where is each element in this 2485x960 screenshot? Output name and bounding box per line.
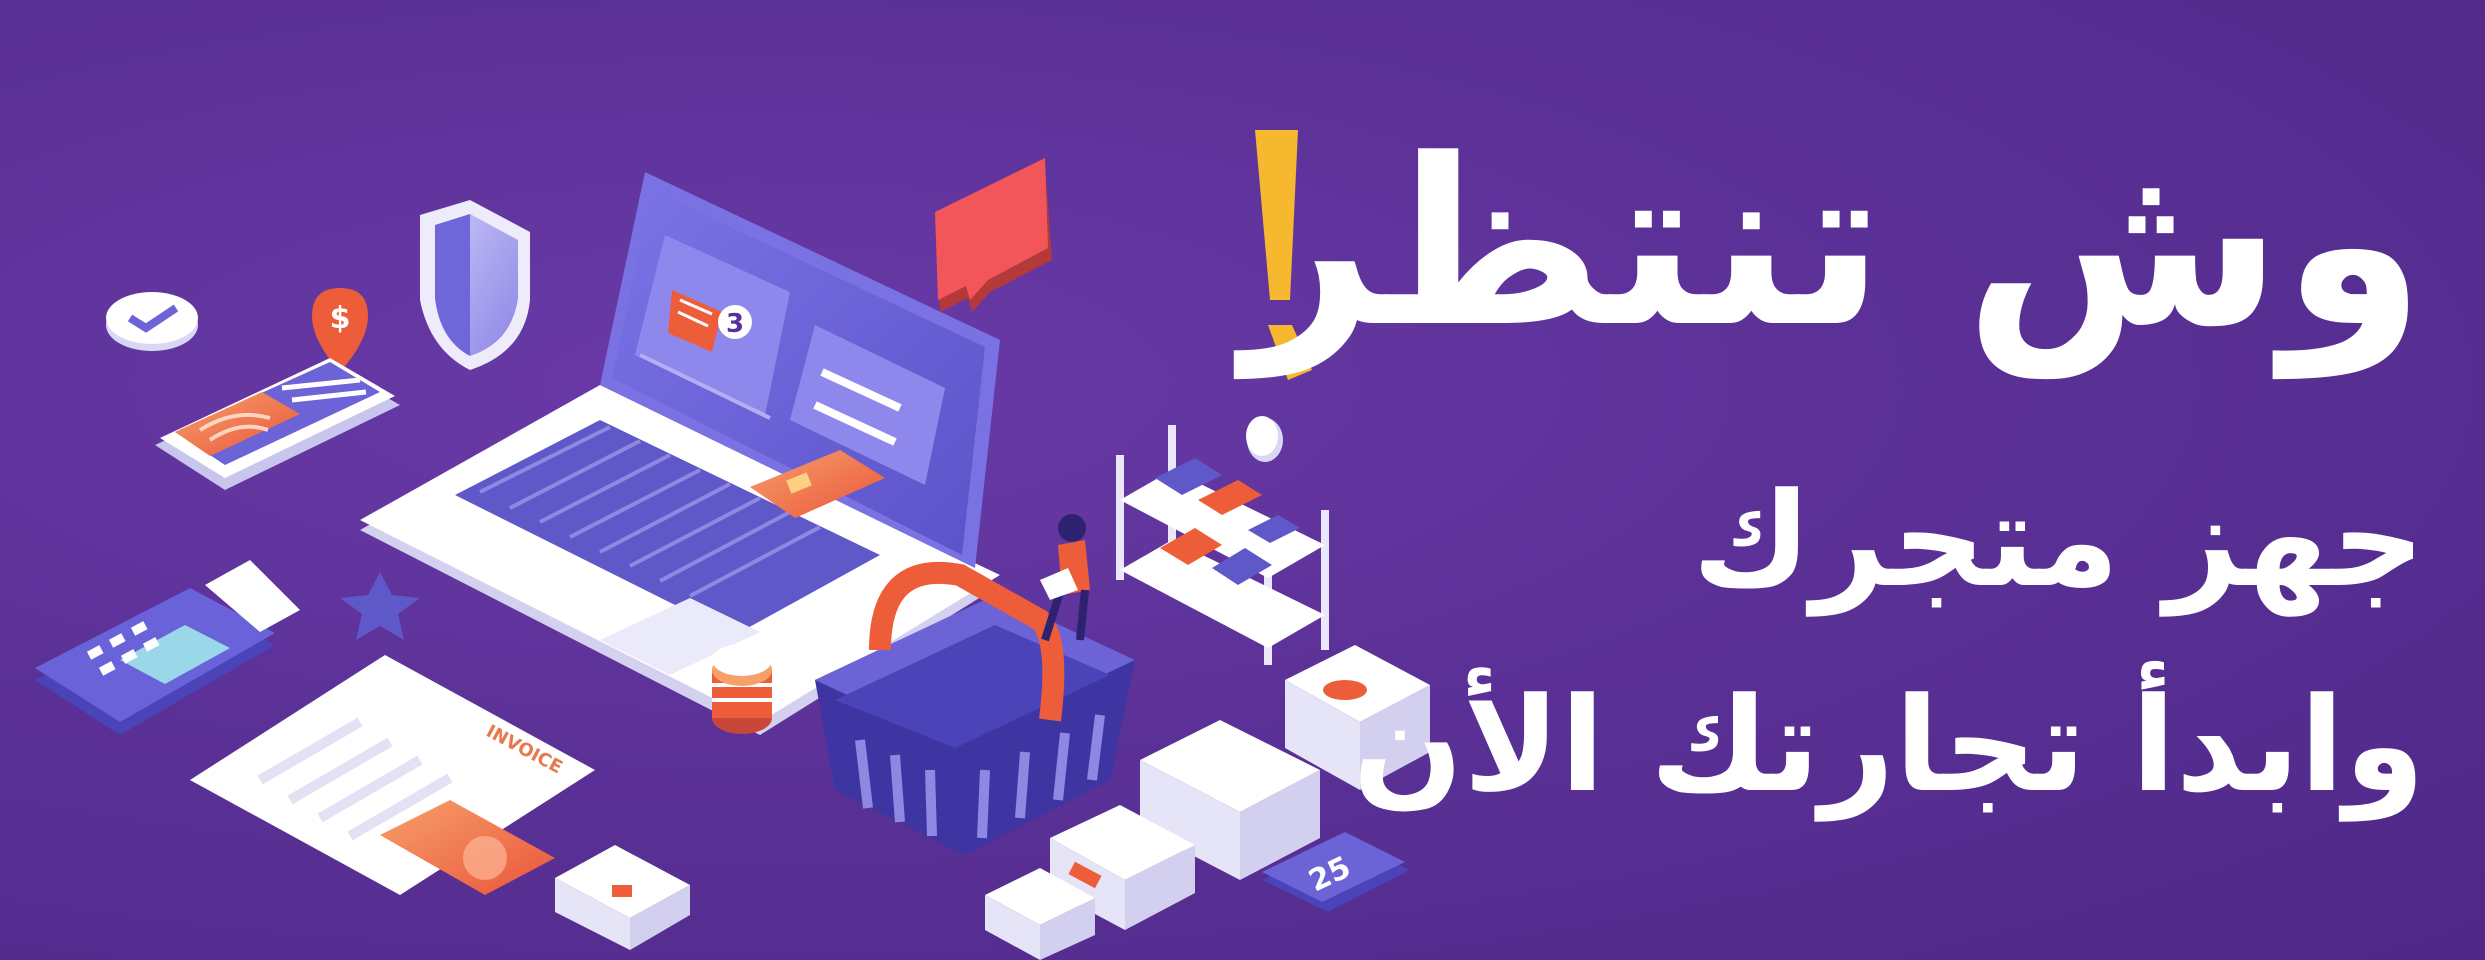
invoice-icon: INVOICE (190, 655, 595, 895)
checkmark-icon (1246, 416, 1283, 462)
chat-bubble-icon (935, 158, 1052, 312)
coin-stack-icon (712, 644, 772, 734)
headline-line2: وابدأ تجارتك الأن (1352, 669, 2425, 821)
shield-icon (420, 200, 530, 370)
phone-fingerprint-icon (155, 358, 400, 490)
dollar-symbol: $ (330, 301, 351, 336)
star-icon (340, 572, 420, 640)
headline-title: وش تنتظر (1243, 111, 2429, 378)
headline-line1: جهز متجرك (1692, 464, 2425, 616)
pos-terminal-icon (35, 560, 300, 735)
promo-banner: $ 3 INVOICE 25 وش تنتظر جهز متجرك وابدأ … (0, 0, 2485, 960)
basket-count-badge: 3 (726, 309, 744, 339)
checkmark-icon (106, 292, 198, 351)
shelf-icon (1116, 425, 1329, 665)
location-pin-icon: $ (312, 288, 368, 372)
